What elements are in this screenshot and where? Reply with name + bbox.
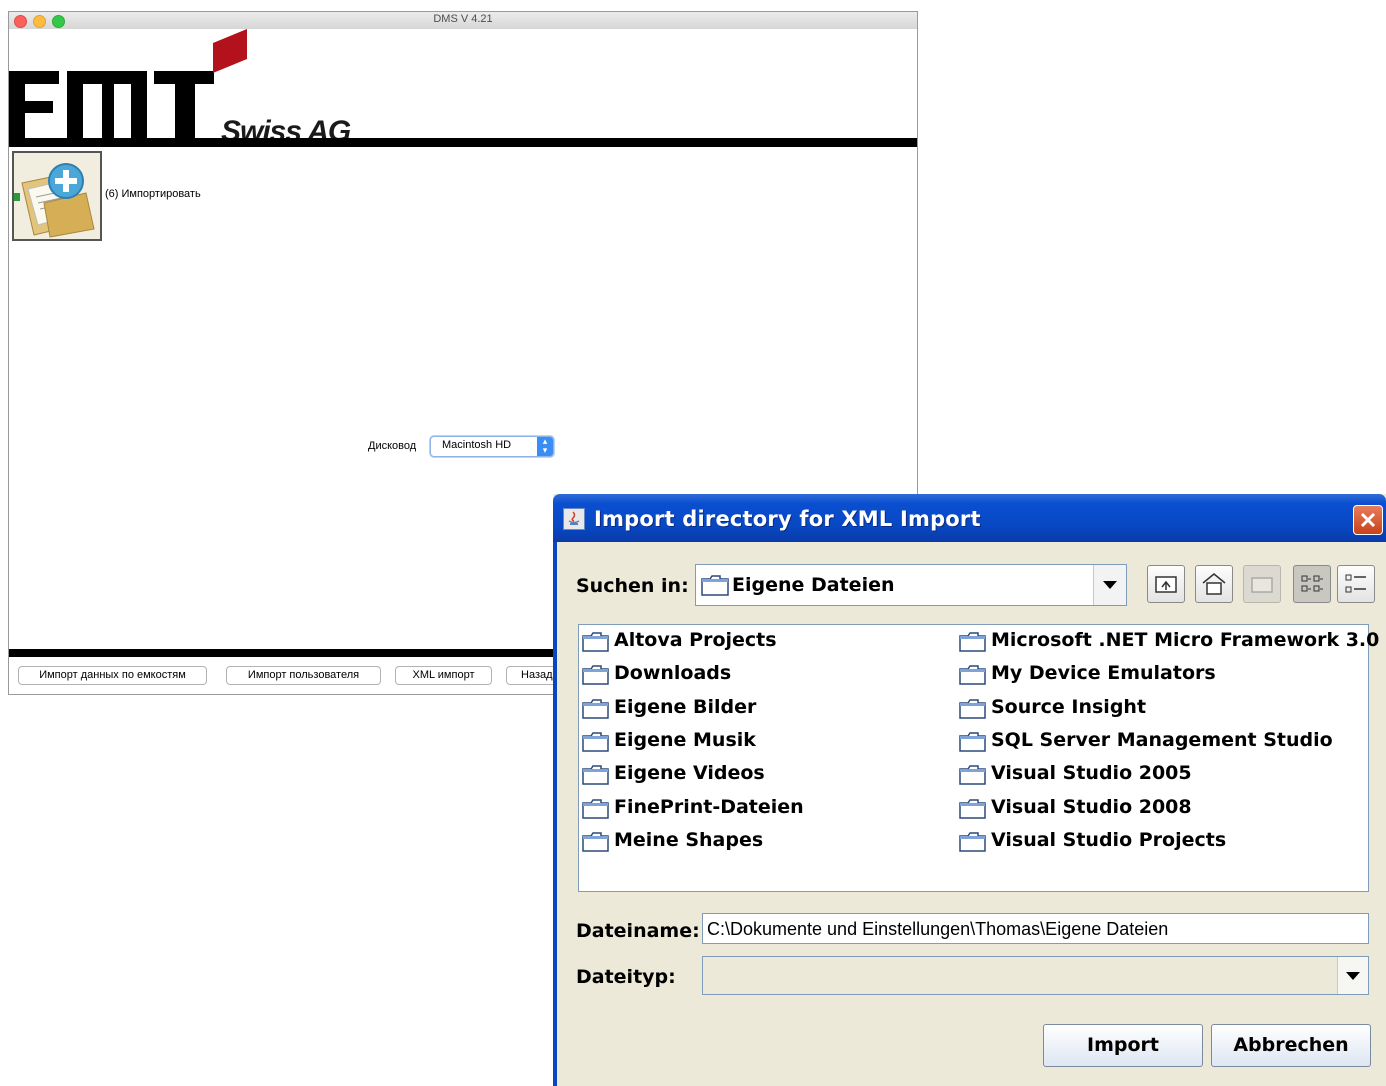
- xml-import-button[interactable]: XML импорт: [395, 666, 492, 685]
- java-cup-icon: [563, 508, 585, 530]
- folder-icon: [582, 665, 609, 686]
- new-folder-button[interactable]: [1243, 565, 1281, 603]
- list-item[interactable]: Eigene Bilder: [582, 695, 952, 725]
- list-item[interactable]: Microsoft .NET Micro Framework 3.0: [959, 628, 1379, 658]
- folder-icon: [959, 798, 986, 819]
- new-folder-icon: [1251, 577, 1273, 593]
- list-item-label: Eigene Videos: [614, 762, 765, 785]
- drive-select[interactable]: Macintosh HD ▴ ▾: [430, 436, 554, 457]
- list-view-icon: [1301, 575, 1323, 592]
- filetype-label: Dateityp:: [576, 966, 676, 988]
- folder-icon: [582, 698, 609, 719]
- chevron-down-icon[interactable]: [1093, 565, 1126, 605]
- look-in-combobox[interactable]: Eigene Dateien: [695, 564, 1127, 606]
- details-view-button[interactable]: [1337, 565, 1375, 603]
- list-item[interactable]: Visual Studio Projects: [959, 828, 1329, 858]
- list-item[interactable]: FinePrint-Dateien: [582, 795, 952, 825]
- filename-value: C:\Dokumente und Einstellungen\Thomas\Ei…: [707, 919, 1169, 939]
- folder-icon: [959, 765, 986, 785]
- import-directory-dialog: Import directory for XML Import Suchen i…: [553, 494, 1386, 1086]
- close-icon: [1360, 512, 1376, 528]
- select-stepper-icon: ▴ ▾: [537, 437, 553, 456]
- folder-up-icon: [1155, 576, 1177, 593]
- filename-input[interactable]: C:\Dokumente und Einstellungen\Thomas\Ei…: [702, 913, 1369, 944]
- list-item-label: Altova Projects: [614, 629, 777, 651]
- up-one-level-button[interactable]: [1147, 565, 1185, 603]
- list-item-label: Visual Studio 2005: [991, 762, 1192, 785]
- file-list[interactable]: Altova Projects Downloads Eigene Bilder Eig…: [578, 624, 1379, 892]
- cancel-button[interactable]: Abbrechen: [1211, 1024, 1371, 1067]
- dialog-titlebar[interactable]: Import directory for XML Import: [553, 494, 1386, 542]
- home-icon: [1202, 573, 1226, 595]
- folder-icon: [959, 698, 986, 719]
- list-item[interactable]: Visual Studio 2008: [959, 795, 1329, 825]
- import-tile-button[interactable]: [12, 151, 102, 241]
- chevron-down-icon[interactable]: [1337, 957, 1368, 994]
- folder-icon: [582, 732, 609, 752]
- list-item[interactable]: Downloads: [582, 661, 952, 691]
- folder-icon: [959, 832, 986, 852]
- import-user-button[interactable]: Импорт пользователя: [226, 666, 381, 685]
- list-item[interactable]: Visual Studio 2005: [959, 761, 1329, 791]
- folder-icon: [701, 575, 729, 596]
- import-folder-icon: [14, 153, 100, 239]
- list-item-label: My Device Emulators: [991, 662, 1216, 685]
- import-tile-label: (6) Импортировать: [105, 188, 201, 200]
- list-item-label: Source Insight: [991, 695, 1147, 718]
- folder-icon: [959, 665, 986, 686]
- list-item-label: Eigene Musik: [614, 728, 756, 751]
- list-item[interactable]: Source Insight: [959, 695, 1329, 725]
- dialog-close-button[interactable]: [1353, 505, 1383, 535]
- import-capacity-button[interactable]: Импорт данных по емкостям: [18, 666, 207, 685]
- list-view-button[interactable]: [1293, 565, 1331, 603]
- list-item-label: FinePrint-Dateien: [614, 795, 804, 818]
- folder-icon: [959, 732, 986, 752]
- list-item-label: Visual Studio Projects: [991, 828, 1227, 851]
- list-item[interactable]: My Device Emulators: [959, 661, 1329, 691]
- list-item[interactable]: Eigene Videos: [582, 761, 952, 791]
- filetype-combobox[interactable]: [702, 956, 1369, 995]
- list-item-label: Visual Studio 2008: [991, 795, 1192, 818]
- window-titlebar[interactable]: DMS V 4.21: [9, 12, 917, 30]
- filename-label: Dateiname:: [576, 920, 700, 942]
- folder-icon: [582, 832, 609, 852]
- header-divider: [9, 138, 917, 147]
- window-title: DMS V 4.21: [433, 13, 493, 25]
- look-in-label: Suchen in:: [576, 575, 689, 597]
- list-item-label: Eigene Bilder: [614, 695, 757, 718]
- folder-icon: [959, 632, 986, 652]
- import-button[interactable]: Import: [1043, 1024, 1203, 1067]
- company-logo: Swiss AG: [9, 29, 917, 148]
- dialog-title: Import directory for XML Import: [594, 507, 981, 531]
- drive-label: Дисковод: [368, 440, 417, 452]
- list-item[interactable]: SQL Server Management Studio: [959, 728, 1333, 758]
- list-item[interactable]: Altova Projects: [582, 628, 952, 658]
- drive-select-value: Macintosh HD: [442, 439, 512, 451]
- list-item-label: Downloads: [614, 662, 732, 685]
- list-item-label: Microsoft .NET Micro Framework 3.0: [991, 629, 1380, 651]
- look-in-value: Eigene Dateien: [732, 574, 895, 596]
- folder-icon: [582, 765, 609, 785]
- folder-icon: [582, 798, 609, 819]
- list-item-label: SQL Server Management Studio: [991, 728, 1333, 751]
- details-view-icon: [1345, 574, 1366, 593]
- list-item-label: Meine Shapes: [614, 828, 764, 851]
- list-item[interactable]: Meine Shapes: [582, 828, 952, 858]
- home-button[interactable]: [1195, 565, 1233, 603]
- list-item[interactable]: Eigene Musik: [582, 728, 952, 758]
- folder-icon: [582, 632, 609, 652]
